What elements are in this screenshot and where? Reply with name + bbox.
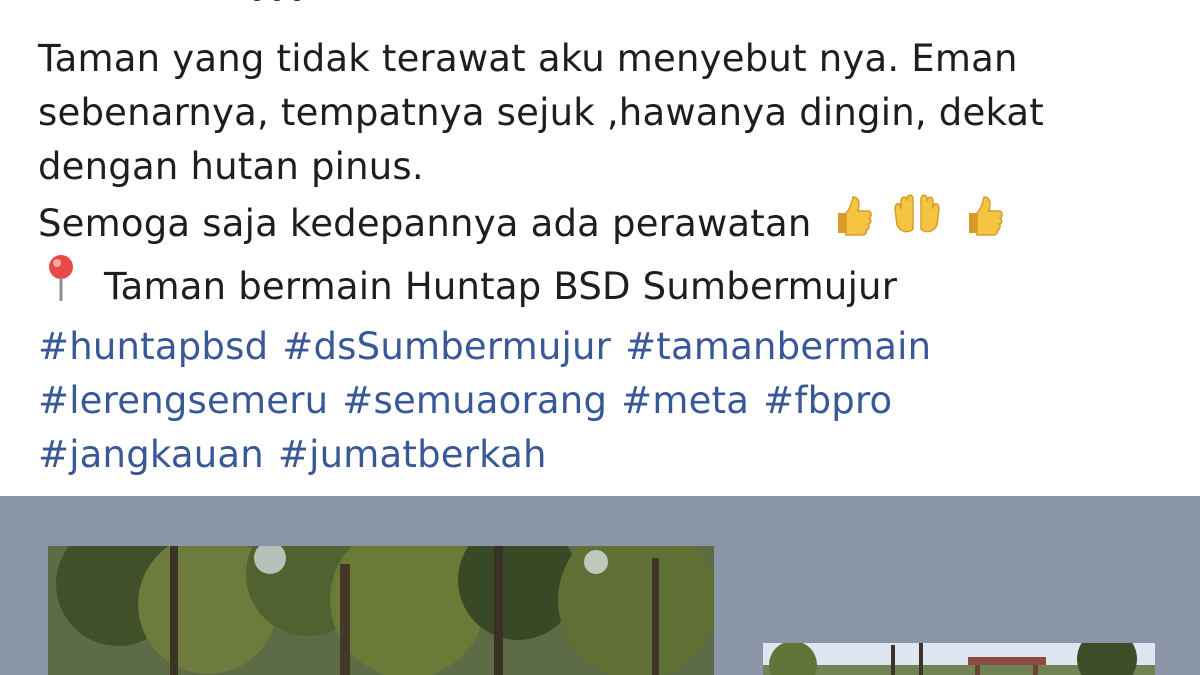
hashtag-link[interactable]: #semuaorang xyxy=(342,379,607,422)
hashtag-link[interactable]: #dsSumbermujur xyxy=(282,325,611,368)
hashtag-link[interactable]: #fbpro xyxy=(763,379,892,422)
round-pushpin-icon xyxy=(38,253,84,316)
hashtag-line-3: #jangkauan #jumatberkah xyxy=(38,428,1178,482)
hashtag-link[interactable]: #lerengsemeru xyxy=(38,379,328,422)
post-caption: Taman yang tidak terawat aku menyebut ny… xyxy=(38,32,1178,482)
hashtag-link[interactable]: #jangkauan xyxy=(38,433,264,476)
hashtag-link[interactable]: #tamanbermain xyxy=(625,325,931,368)
caption-line-4-text: Semoga saja kedepannya ada perawatan xyxy=(38,202,812,245)
facebook-post-screen: Taman yang tidak terawat aku menyebut ny… xyxy=(0,0,1200,675)
open-hands-icon xyxy=(891,191,943,254)
hashtag-link[interactable]: #jumatberkah xyxy=(278,433,547,476)
location-text: Taman bermain Huntap BSD Sumbermujur xyxy=(103,265,898,308)
hashtag-line-2: #lerengsemeru #semuaorang #meta #fbpro xyxy=(38,374,1178,428)
location-line: Taman bermain Huntap BSD Sumbermujur xyxy=(38,255,1178,320)
pine-forest-photo xyxy=(48,546,714,675)
playground-photo xyxy=(763,643,1155,675)
park-photo-2[interactable] xyxy=(763,643,1155,675)
hashtag-line-1: #huntapbsd #dsSumbermujur #tamanbermain xyxy=(38,320,1178,374)
caption-line-2: sebenarnya, tempatnya sejuk ,hawanya din… xyxy=(38,91,1045,134)
hashtag-link[interactable]: #huntapbsd xyxy=(38,325,268,368)
caption-line-1: Taman yang tidak terawat aku menyebut ny… xyxy=(38,37,1018,80)
thumbs-up-icon xyxy=(959,191,1007,254)
hashtag-link[interactable]: #meta xyxy=(621,379,749,422)
thumbs-up-icon xyxy=(828,191,876,254)
caption-line-3: dengan hutan pinus. xyxy=(38,145,424,188)
caption-line-4: Semoga saja kedepannya ada perawatan xyxy=(38,194,1178,257)
park-photo-1[interactable] xyxy=(48,546,714,675)
cut-off-header-text xyxy=(250,0,330,6)
